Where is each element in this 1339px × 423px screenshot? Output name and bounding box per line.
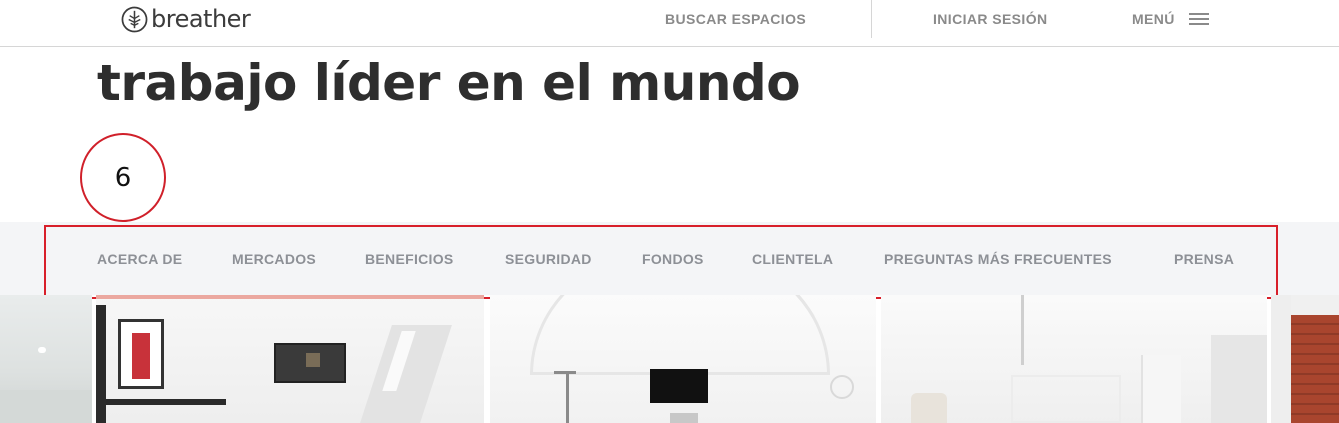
site-header: breather BUSCAR ESPACIOS INICIAR SESIÓN … — [0, 0, 1339, 47]
sign-in-link[interactable]: INICIAR SESIÓN — [933, 11, 1048, 27]
subnav-item-faq[interactable]: PREGUNTAS MÁS FRECUENTES — [884, 251, 1112, 267]
subnav-item-about[interactable]: ACERCA DE — [97, 251, 182, 267]
hamburger-icon — [1188, 13, 1209, 25]
workspace-photo-2[interactable] — [96, 295, 484, 423]
workspace-photo-3[interactable] — [490, 295, 876, 423]
subnav-item-funds[interactable]: FONDOS — [642, 251, 704, 267]
workspace-photo-5[interactable] — [1271, 295, 1339, 423]
nav-divider — [871, 0, 872, 38]
subnav-item-clients[interactable]: CLIENTELA — [752, 251, 833, 267]
subnav-item-press[interactable]: PRENSA — [1174, 251, 1234, 267]
search-spaces-link[interactable]: BUSCAR ESPACIOS — [665, 11, 806, 27]
tree-logo-icon — [121, 6, 148, 32]
subnav-item-security[interactable]: SEGURIDAD — [505, 251, 592, 267]
step-number: 6 — [114, 162, 132, 193]
subnav-item-benefits[interactable]: BENEFICIOS — [365, 251, 454, 267]
menu-label: MENÚ — [1132, 11, 1175, 27]
page-headline: trabajo líder en el mundo — [97, 54, 801, 112]
step-annotation-circle: 6 — [80, 133, 166, 222]
workspace-photo-1[interactable] — [0, 295, 92, 423]
logo-text: breather — [151, 5, 251, 33]
menu-button[interactable]: MENÚ — [1132, 11, 1209, 27]
workspace-photo-strip — [0, 295, 1339, 423]
workspace-photo-4[interactable] — [881, 295, 1267, 423]
breather-logo[interactable]: breather — [121, 5, 251, 33]
subnav-item-markets[interactable]: MERCADOS — [232, 251, 316, 267]
